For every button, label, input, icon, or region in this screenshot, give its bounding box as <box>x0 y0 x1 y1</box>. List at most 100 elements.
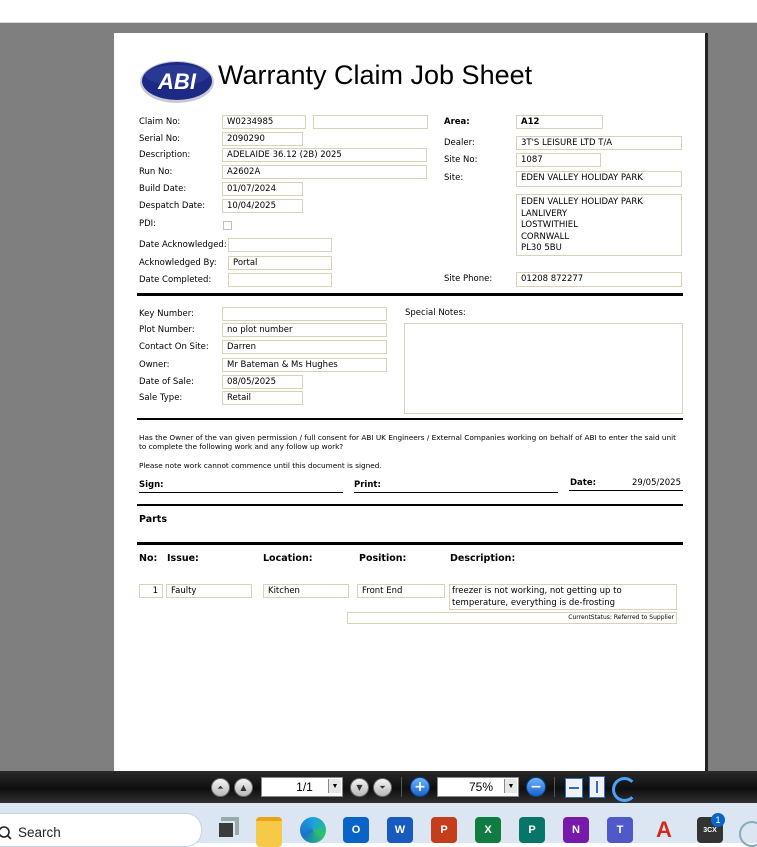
date-of-sale-field: 08/05/2025 <box>222 375 303 389</box>
date-completed-field <box>228 273 332 287</box>
chevron-down-icon[interactable]: ▼ <box>504 779 517 793</box>
onenote-icon[interactable]: N <box>563 817 589 843</box>
address-line: PL30 5BU <box>521 243 562 253</box>
dealer-field: 3T'S LEISURE LTD T/A <box>516 136 682 150</box>
date-of-sale-label: Date of Sale: <box>139 377 194 387</box>
word-icon[interactable]: W <box>387 817 413 843</box>
zoom-select[interactable]: 75% ▼ <box>437 777 519 797</box>
next-page-icon[interactable]: ▼ <box>350 778 369 797</box>
pdi-label: PDI: <box>139 219 157 229</box>
date-acknowledged-field <box>228 238 332 252</box>
column-header-position: Position: <box>359 553 407 564</box>
sign-label: Sign: <box>139 480 164 490</box>
serial-no-field: 2090290 <box>222 132 303 146</box>
area-label: Area: <box>444 117 470 127</box>
pdi-checkbox[interactable] <box>223 221 232 230</box>
date-value: 29/05/2025 <box>632 478 681 488</box>
area-field: A12 <box>516 115 603 129</box>
serial-no-label: Serial No: <box>139 134 181 144</box>
fit-page-icon[interactable] <box>589 776 605 798</box>
date-acknowledged-label: Date Acknowledged: <box>139 240 227 250</box>
column-header-description: Description: <box>450 553 516 564</box>
key-number-label: Key Number: <box>139 309 194 319</box>
search-label: Search <box>18 825 61 840</box>
acknowledged-by-label: Acknowledged By: <box>139 258 217 268</box>
address-line: CORNWALL <box>521 231 570 242</box>
excel-icon[interactable]: X <box>475 817 501 843</box>
despatch-date-field: 10/04/2025 <box>222 199 303 213</box>
pdf-viewer[interactable]: ABI Warranty Claim Job Sheet Claim No: W… <box>0 23 757 771</box>
powerpoint-icon[interactable]: P <box>431 817 457 843</box>
section-divider <box>137 293 683 296</box>
run-no-label: Run No: <box>139 167 173 177</box>
consent-question-line-2: to complete the following work and any f… <box>139 442 344 451</box>
toolbar-separator <box>401 777 402 797</box>
address-line: LANLIVERY <box>521 208 568 219</box>
special-notes-label: Special Notes: <box>405 308 466 318</box>
owner-label: Owner: <box>139 360 170 370</box>
outlook-icon[interactable]: O <box>343 817 369 843</box>
fit-width-icon[interactable] <box>565 778 583 798</box>
special-notes-field <box>404 323 683 414</box>
column-header-location: Location: <box>263 553 313 564</box>
description-label: Description: <box>139 150 191 160</box>
zoom-in-icon[interactable]: + <box>410 777 430 797</box>
page-title: Warranty Claim Job Sheet <box>218 60 533 90</box>
publisher-icon[interactable]: P <box>519 817 545 843</box>
page-number-value: 1/1 <box>296 780 313 794</box>
row-current-status: CurrentStatus: Referred to Supplier <box>347 612 677 624</box>
parts-heading: Parts <box>139 514 167 525</box>
prev-page-icon[interactable]: ▲ <box>234 778 253 797</box>
site-address-block: EDEN VALLEY HOLIDAY PARK LANLIVERY LOSTW… <box>516 194 682 256</box>
claim-no-label: Claim No: <box>139 117 181 127</box>
teams-icon[interactable]: T <box>607 817 633 843</box>
row-location-cell: Kitchen <box>263 584 349 598</box>
document-page: ABI Warranty Claim Job Sheet Claim No: W… <box>114 33 708 771</box>
plot-number-label: Plot Number: <box>139 325 195 335</box>
acrobat-icon[interactable]: A <box>651 817 677 843</box>
abi-logo: ABI <box>140 61 214 103</box>
owner-field: Mr Bateman & Ms Hughes <box>222 358 387 372</box>
svg-text:ABI: ABI <box>157 69 197 94</box>
section-divider <box>137 418 683 420</box>
date-line <box>569 490 683 491</box>
key-number-field <box>222 307 387 321</box>
search-icon <box>0 826 12 840</box>
acknowledged-by-field: Portal <box>228 256 332 270</box>
chevron-down-icon[interactable]: ▼ <box>328 779 341 793</box>
consent-note: Please note work cannot commence until t… <box>139 461 382 470</box>
site-label: Site: <box>444 173 464 183</box>
description-field: ADELAIDE 36.12 (2B) 2025 <box>222 148 427 162</box>
task-view-icon[interactable] <box>213 817 239 843</box>
section-divider <box>137 542 683 545</box>
sign-line <box>139 492 343 493</box>
toolbar-separator <box>554 777 555 797</box>
section-divider <box>137 504 683 506</box>
address-line: LOSTWITHIEL <box>521 220 578 230</box>
address-line: EDEN VALLEY HOLIDAY PARK <box>521 197 643 207</box>
date-completed-label: Date Completed: <box>139 275 212 285</box>
site-field: EDEN VALLEY HOLIDAY PARK <box>516 171 682 187</box>
notification-badge: 1 <box>711 813 725 827</box>
sale-type-field: Retail <box>222 391 303 405</box>
first-page-icon[interactable]: ⏶ <box>211 778 230 797</box>
last-page-icon[interactable]: ⏷ <box>373 778 392 797</box>
run-no-field: A2602A <box>222 165 427 179</box>
window-top-strip <box>0 0 757 23</box>
copilot-icon[interactable] <box>739 821 757 847</box>
row-description-cell: freezer is not working, not getting up t… <box>449 584 677 610</box>
edge-icon[interactable] <box>300 817 326 843</box>
site-no-label: Site No: <box>444 155 478 165</box>
consent-question-line-1: Has the Owner of the van given permissio… <box>139 433 677 442</box>
zoom-value: 75% <box>468 780 494 794</box>
column-header-issue: Issue: <box>167 553 199 564</box>
site-no-field: 1087 <box>516 153 601 167</box>
site-phone-label: Site Phone: <box>444 274 493 284</box>
row-issue-cell: Faulty <box>166 584 252 598</box>
zoom-out-icon[interactable]: − <box>526 777 546 797</box>
taskbar: Search O W P X P N T A 3CX 1 <box>0 803 757 847</box>
page-number-input[interactable]: 1/1 ▼ <box>261 777 343 797</box>
site-phone-field: 01208 872277 <box>516 272 682 287</box>
dealer-label: Dealer: <box>444 138 475 148</box>
rotate-icon[interactable] <box>612 777 637 802</box>
